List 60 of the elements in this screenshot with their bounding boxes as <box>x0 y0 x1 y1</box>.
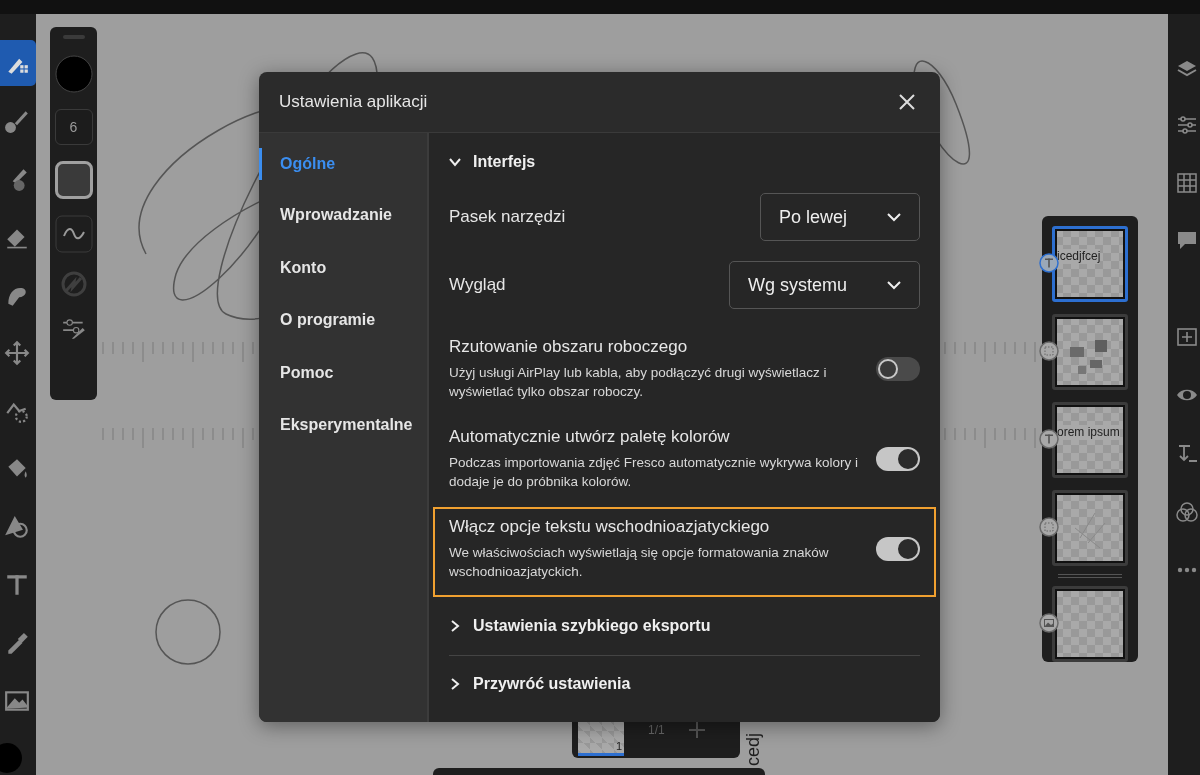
merge-down-icon[interactable] <box>1176 442 1198 464</box>
setting-label: Rzutowanie obszaru roboczego <box>449 337 689 357</box>
toggle-switch[interactable] <box>876 537 920 561</box>
setting-description: Podczas importowania zdjęć Fresco automatycznie wykrywa kolory i dodaje je do próbnika kolorów. <box>449 454 859 491</box>
smoothing-icon[interactable] <box>54 215 93 253</box>
dropdown[interactable]: Po lewej <box>759 193 920 241</box>
pixel-layer-icon[interactable] <box>1039 341 1059 361</box>
brush-cursor-icon <box>154 598 222 666</box>
layer-text: orem ipsum <box>1057 425 1120 440</box>
frame-count: 1/1 <box>648 723 665 737</box>
section-header[interactable]: Ustawienia szybkiego eksportu <box>449 597 920 656</box>
shape-icon[interactable] <box>4 514 30 540</box>
color-swatch[interactable] <box>54 55 93 93</box>
layer-thumbnail[interactable]: icedjfcej <box>1052 226 1128 302</box>
nav-item[interactable]: Eksperymentalne <box>259 409 427 463</box>
comment-icon[interactable] <box>1176 229 1198 251</box>
toggle-switch[interactable] <box>876 357 920 381</box>
image-layer-icon[interactable] <box>1039 613 1059 633</box>
brush-size-button[interactable]: 6 <box>54 109 93 145</box>
layer-thumbnail[interactable] <box>1052 314 1128 390</box>
nav-item[interactable]: O programie <box>259 305 427 358</box>
toggle-switch[interactable] <box>876 447 920 471</box>
dialog-title: Ustawienia aplikacji <box>279 92 428 112</box>
grid-icon[interactable] <box>1176 172 1198 194</box>
paint-brush-icon[interactable] <box>4 108 30 134</box>
section-header[interactable]: Interfejs <box>449 133 920 191</box>
section-header[interactable]: Przywróć ustawienia <box>449 655 920 713</box>
opacity-button[interactable] <box>54 161 93 199</box>
chevron-down-icon <box>887 212 901 222</box>
color-swatch[interactable] <box>0 743 22 773</box>
setting-label: Włącz opcje tekstu wschodnioazjatyckiego <box>449 517 771 537</box>
frame-number: 1 <box>615 739 622 752</box>
chevron-right-icon <box>449 620 461 632</box>
move-icon[interactable] <box>4 340 30 366</box>
vector-layer-icon[interactable] <box>1039 517 1059 537</box>
text-tool-icon[interactable] <box>4 572 30 598</box>
setting-label: Automatycznie utwórz paletę kolorów <box>449 427 731 447</box>
chevron-down-icon <box>887 280 901 290</box>
layer-thumbnail[interactable] <box>1052 586 1128 662</box>
setting-label: Pasek narzędzi <box>449 207 566 227</box>
chevron-right-icon <box>449 678 461 690</box>
nav-item[interactable]: Konto <box>259 252 427 306</box>
add-layer-icon[interactable] <box>1176 326 1198 348</box>
blend-icon[interactable] <box>1176 501 1198 523</box>
chevron-down-icon <box>449 156 461 168</box>
sliders-icon[interactable] <box>1176 114 1198 136</box>
text-layer-icon[interactable] <box>1039 429 1059 449</box>
image-icon[interactable] <box>4 688 30 714</box>
canvas-text: cedj <box>743 732 763 766</box>
close-icon[interactable] <box>898 93 916 111</box>
nav-item[interactable]: Pomoc <box>259 357 427 410</box>
setting-description: Użyj usługi AirPlay lub kabla, aby podłączyć drugi wyświetlacz i wyświetlać tylko obszar roboczy. <box>449 364 828 401</box>
setting-description: We właściwościach wyświetlają się opcje formatowania znaków wschodnioazjatyckich. <box>449 544 830 581</box>
setting-label: Wygląd <box>449 275 506 295</box>
layer-thumbnail[interactable]: orem ipsum <box>1052 402 1128 478</box>
nav-item[interactable]: Wprowadzanie <box>259 200 427 253</box>
dropdown[interactable]: Wg systemu <box>728 261 920 309</box>
layer-thumbnail[interactable] <box>1052 490 1128 566</box>
layer-text: icedjfcej <box>1057 249 1101 264</box>
text-layer-icon[interactable] <box>1039 253 1059 273</box>
